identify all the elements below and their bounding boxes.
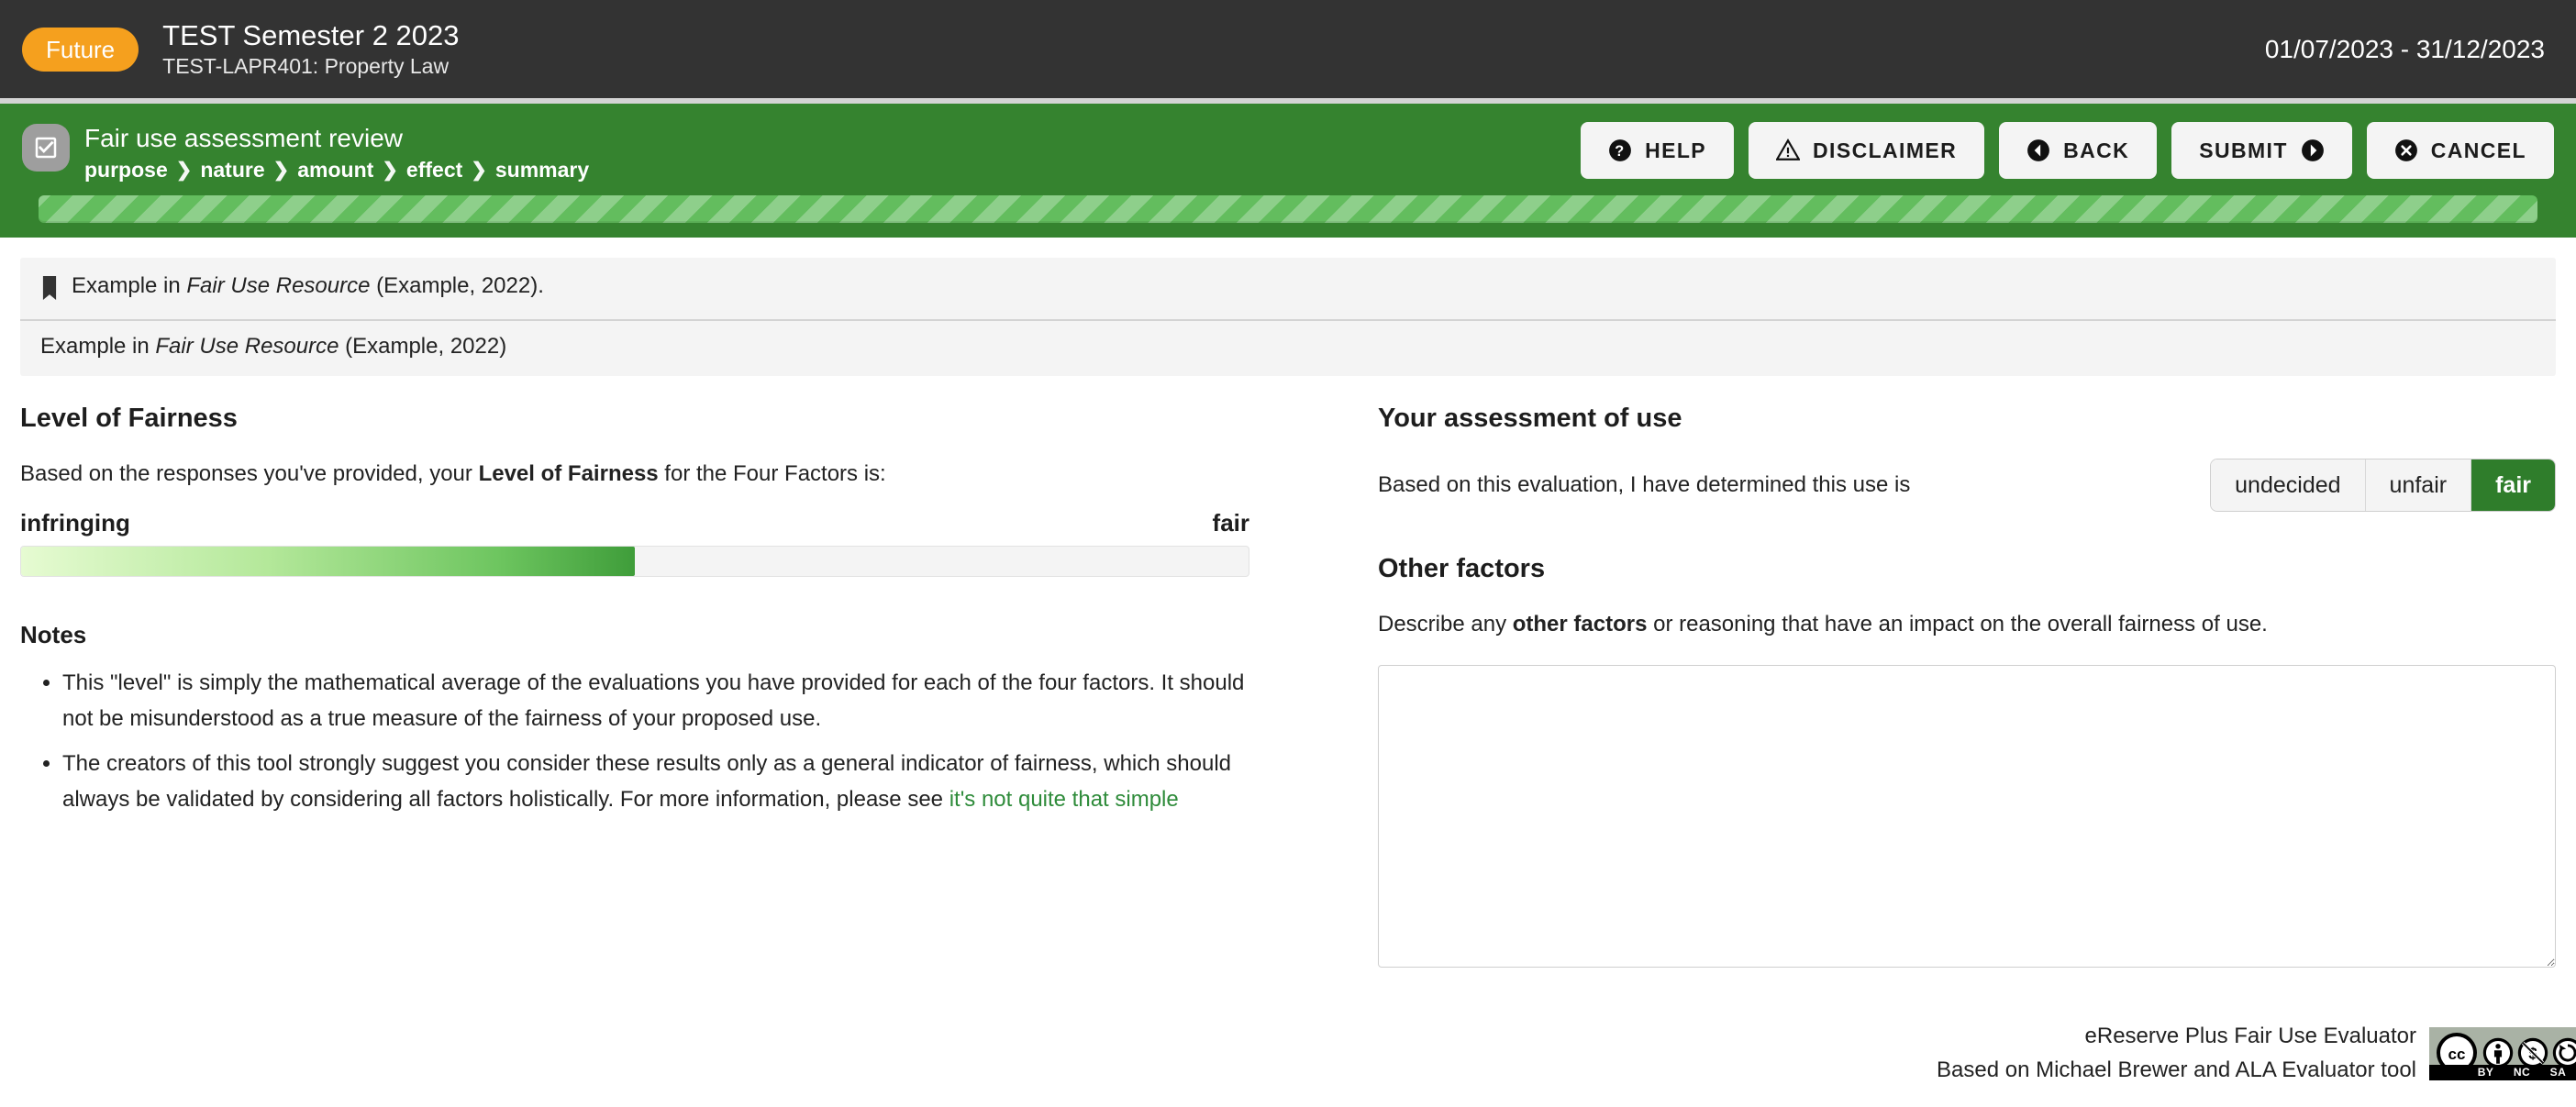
course-info: TEST Semester 2 2023 TEST-LAPR401: Prope… xyxy=(162,18,460,79)
citation-primary: Example in Fair Use Resource (Example, 2… xyxy=(20,258,2556,322)
page-title: Fair use assessment review xyxy=(84,124,404,152)
chevron-right-icon: ❯ xyxy=(272,160,290,182)
arrow-left-circle-icon xyxy=(2026,138,2050,162)
arrow-right-circle-icon xyxy=(2301,138,2325,162)
chevron-right-icon: ❯ xyxy=(382,160,398,182)
other-factors-description: Describe any other factors or reasoning … xyxy=(1378,609,2556,641)
fairness-label-low: infringing xyxy=(20,508,130,537)
chevron-right-icon: ❯ xyxy=(175,160,193,182)
fairness-scale-labels: infringing fair xyxy=(20,509,1249,537)
date-range: 01/07/2023 - 31/12/2023 xyxy=(2264,34,2545,63)
chevron-right-icon: ❯ xyxy=(471,160,487,182)
disclaimer-button[interactable]: DISCLAIMER xyxy=(1749,122,1985,179)
cc-term-nc: NC xyxy=(2513,1066,2531,1079)
fairness-intro-post: for the Four Factors is: xyxy=(658,461,886,487)
cc-terms-strip: BY NC SA xyxy=(2468,1064,2576,1080)
top-bar: Future TEST Semester 2 2023 TEST-LAPR401… xyxy=(0,0,2576,98)
fairness-intro-bold: Level of Fairness xyxy=(478,461,659,487)
close-circle-icon xyxy=(2394,138,2418,162)
footer-attribution: eReserve Plus Fair Use Evaluator Based o… xyxy=(1937,1020,2416,1087)
breadcrumb-item-effect[interactable]: effect xyxy=(406,158,462,183)
checkbox-check-icon xyxy=(22,124,70,172)
breadcrumb-item-amount[interactable]: amount xyxy=(297,158,373,183)
svg-text:?: ? xyxy=(1615,143,1625,160)
disclaimer-button-label: DISCLAIMER xyxy=(1813,138,1958,162)
cc-strip-left-filler xyxy=(2429,1064,2468,1080)
fairness-label-high: fair xyxy=(1212,508,1249,537)
list-item: The creators of this tool strongly sugge… xyxy=(62,747,1249,818)
assessment-option-undecided[interactable]: undecided xyxy=(2211,459,2366,512)
footer: eReserve Plus Fair Use Evaluator Based o… xyxy=(1937,1020,2576,1087)
assessment-toggle-group[interactable]: undecided unfair fair xyxy=(2210,459,2556,513)
header-actions: ? HELP DISCLAIMER BACK SUBMIT CANCEL xyxy=(1581,120,2554,179)
header-title-group: Fair use assessment review purpose ❯ nat… xyxy=(22,120,589,183)
bookmark-icon xyxy=(40,276,59,306)
citation-pre: Example in xyxy=(72,273,187,299)
back-button[interactable]: BACK xyxy=(1999,122,2158,179)
not-quite-that-simple-link[interactable]: it's not quite that simple xyxy=(949,787,1179,812)
footer-line-2: Based on Michael Brewer and ALA Evaluato… xyxy=(1937,1057,2416,1082)
assessment-option-unfair[interactable]: unfair xyxy=(2365,459,2472,512)
back-button-label: BACK xyxy=(2063,138,2130,162)
citation-resource-title: Fair Use Resource xyxy=(186,273,371,299)
other-desc-bold: other factors xyxy=(1512,612,1648,637)
warning-triangle-icon xyxy=(1776,138,1801,162)
fairness-panel: Level of Fairness Based on the responses… xyxy=(20,404,1249,972)
main-content: Level of Fairness Based on the responses… xyxy=(0,376,2576,972)
assessment-heading: Your assessment of use xyxy=(1378,404,1682,434)
fairness-heading: Level of Fairness xyxy=(20,404,238,434)
citation-pre-2: Example in xyxy=(40,334,156,360)
cc-term-sa: SA xyxy=(2549,1066,2567,1079)
other-factors-heading: Other factors xyxy=(1378,554,1546,584)
help-button[interactable]: ? HELP xyxy=(1581,122,1735,179)
other-desc-post: or reasoning that have an impact on the … xyxy=(1647,612,2268,637)
fairness-intro-pre: Based on the responses you've provided, … xyxy=(20,461,479,487)
help-button-label: HELP xyxy=(1645,138,1707,162)
breadcrumb-item-nature[interactable]: nature xyxy=(200,158,264,183)
fairness-meter-fill xyxy=(21,546,635,576)
assessment-panel: Your assessment of use Based on this eva… xyxy=(1286,404,2556,972)
citation-text: Example in Fair Use Resource (Example, 2… xyxy=(72,273,544,299)
list-item: This "level" is simply the mathematical … xyxy=(62,666,1249,737)
semester-title: TEST Semester 2 2023 xyxy=(162,18,460,51)
cancel-button[interactable]: CANCEL xyxy=(2366,122,2554,179)
question-circle-icon: ? xyxy=(1608,138,1632,162)
citation-resource-title-2: Fair Use Resource xyxy=(155,334,339,360)
course-code: TEST-LAPR401: Property Law xyxy=(162,54,450,79)
other-desc-pre: Describe any xyxy=(1378,612,1513,637)
assessment-option-fair[interactable]: fair xyxy=(2471,459,2555,512)
breadcrumb-item-summary[interactable]: summary xyxy=(495,158,589,183)
breadcrumb: purpose ❯ nature ❯ amount ❯ effect ❯ sum… xyxy=(84,158,589,183)
citation-post: (Example, 2022). xyxy=(370,273,544,299)
submit-button[interactable]: SUBMIT xyxy=(2171,122,2352,179)
progress-track xyxy=(39,195,2537,224)
submit-button-label: SUBMIT xyxy=(2199,138,2288,162)
other-factors-textarea[interactable] xyxy=(1378,664,2556,968)
notes-list: This "level" is simply the mathematical … xyxy=(20,666,1249,818)
assessment-choice-row: Based on this evaluation, I have determi… xyxy=(1378,459,2556,513)
cc-term-by: BY xyxy=(2477,1066,2494,1079)
fairness-intro: Based on the responses you've provided, … xyxy=(20,459,1249,491)
cancel-button-label: CANCEL xyxy=(2430,138,2526,162)
citation-box: Example in Fair Use Resource (Example, 2… xyxy=(20,258,2556,377)
assessment-statement: Based on this evaluation, I have determi… xyxy=(1378,471,1911,497)
breadcrumb-item-purpose[interactable]: purpose xyxy=(84,158,168,183)
fairness-meter-track xyxy=(20,545,1249,577)
creative-commons-badge: cc $ BY NC SA xyxy=(2429,1026,2576,1080)
citation-secondary: Example in Fair Use Resource (Example, 2… xyxy=(20,321,2556,376)
page-header: Fair use assessment review purpose ❯ nat… xyxy=(0,104,2576,238)
svg-text:cc: cc xyxy=(2448,1046,2466,1063)
progress-bar xyxy=(22,183,2554,238)
citation-post-2: (Example, 2022) xyxy=(339,334,507,360)
status-badge-future: Future xyxy=(22,27,139,72)
note-text-1: This "level" is simply the mathematical … xyxy=(62,670,1245,731)
notes-heading: Notes xyxy=(20,620,87,648)
footer-line-1: eReserve Plus Fair Use Evaluator xyxy=(2084,1024,2416,1049)
